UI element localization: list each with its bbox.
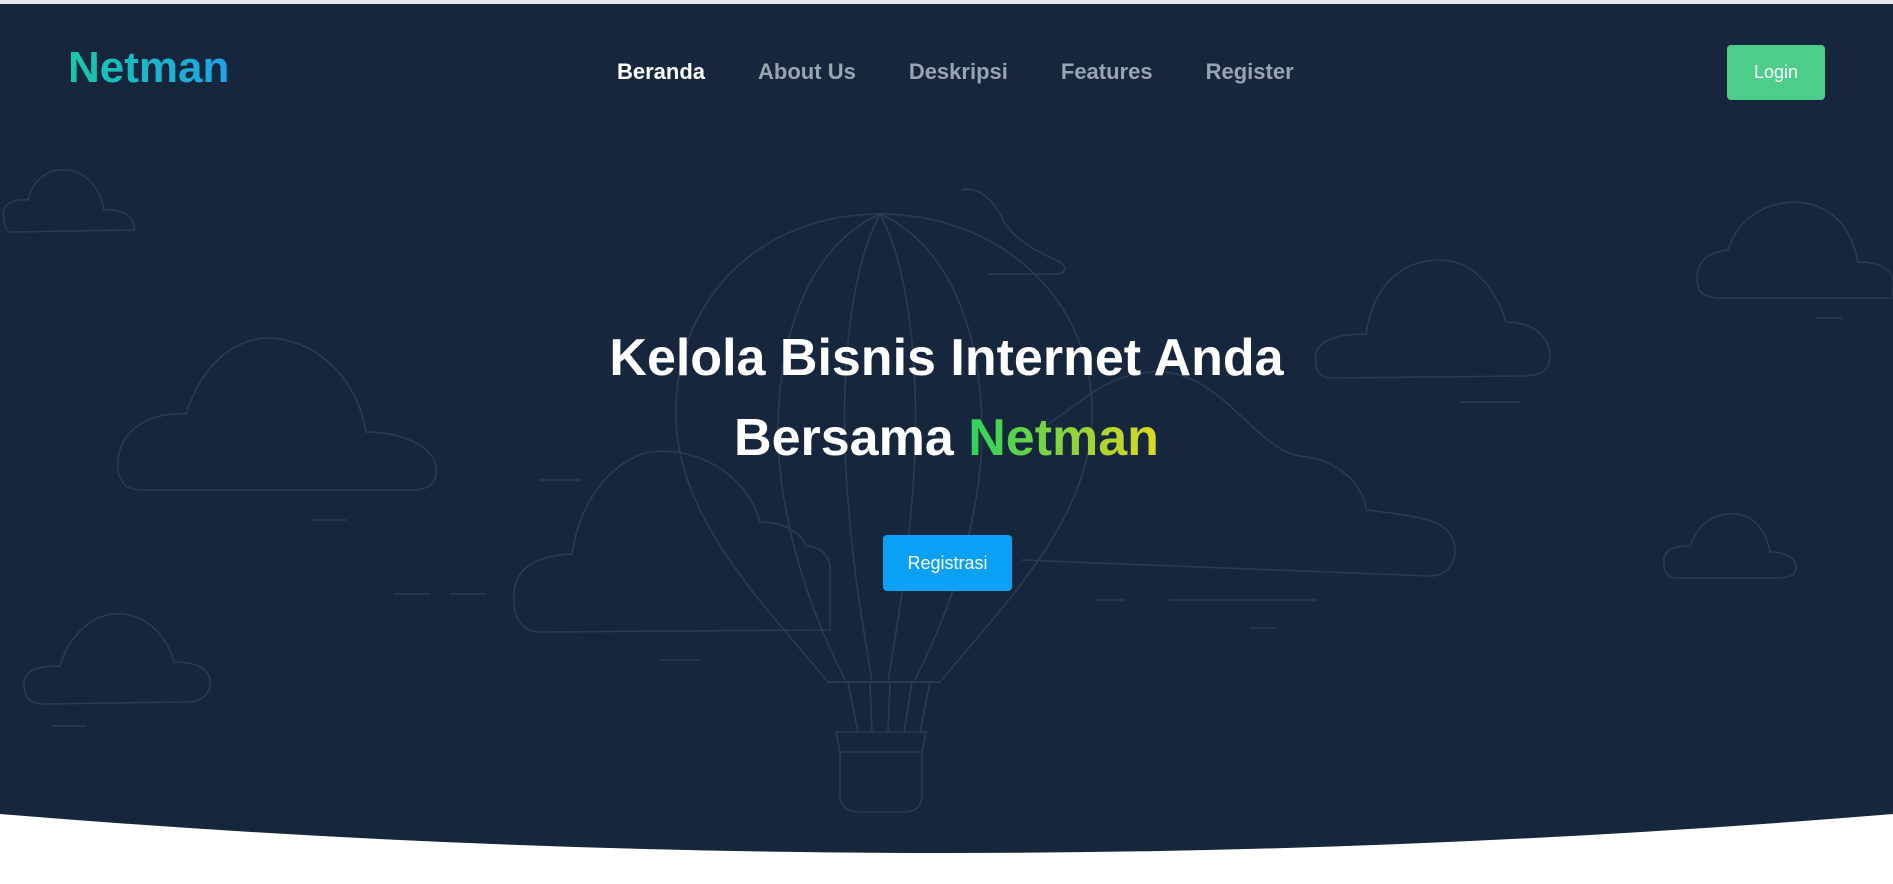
hero-bottom-curve	[0, 814, 1893, 884]
netman-logo[interactable]: Netman	[68, 42, 228, 96]
nav-beranda[interactable]: Beranda	[617, 56, 705, 88]
headline-line-2: Bersama Netman	[0, 398, 1893, 478]
nav-deskripsi[interactable]: Deskripsi	[909, 56, 1008, 88]
nav-about-us[interactable]: About Us	[758, 56, 856, 88]
login-button[interactable]: Login	[1727, 45, 1825, 100]
registrasi-button[interactable]: Registrasi	[883, 535, 1012, 591]
headline-brand: Netman	[968, 409, 1159, 467]
landing-page: Netman Beranda About Us Deskripsi Featur…	[0, 0, 1893, 884]
headline-prefix: Bersama	[734, 409, 954, 467]
hero-headline: Kelola Bisnis Internet Anda Bersama Netm…	[0, 318, 1893, 478]
cloud-icon	[2, 168, 135, 233]
svg-text:Netman: Netman	[68, 43, 228, 92]
netman-logo-icon: Netman	[68, 43, 228, 92]
main-nav: Beranda About Us Deskripsi Features Regi…	[617, 56, 1347, 88]
nav-register[interactable]: Register	[1206, 56, 1294, 88]
nav-features[interactable]: Features	[1061, 56, 1153, 88]
cloud-icon	[1662, 513, 1797, 579]
cloud-icon	[23, 613, 211, 705]
cloud-icon	[961, 188, 1066, 275]
headline-line-1: Kelola Bisnis Internet Anda	[609, 329, 1284, 387]
cloud-icon	[513, 450, 831, 633]
cloud-icon	[1696, 201, 1893, 299]
